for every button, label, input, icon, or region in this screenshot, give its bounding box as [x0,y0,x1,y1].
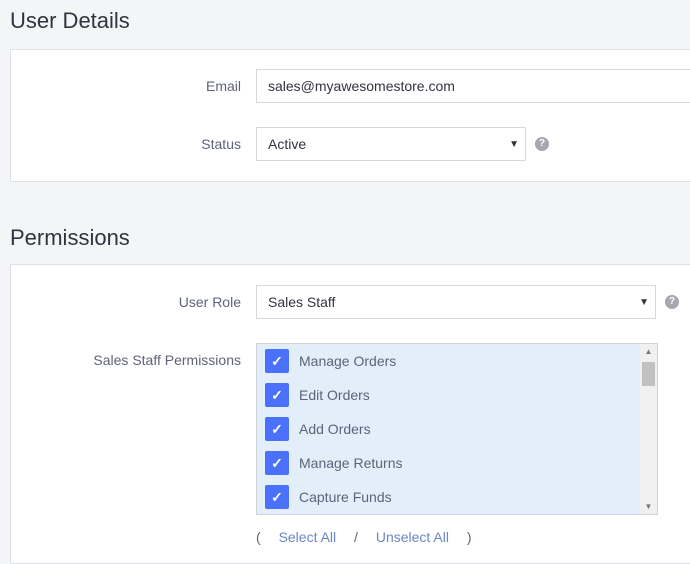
permissions-list[interactable]: ✓ Manage Orders ✓ Edit Orders ✓ Add Orders … [256,343,658,515]
permission-item[interactable]: ✓ Add Orders [265,417,371,441]
permission-label: Add Orders [299,421,371,437]
checkbox-checked-icon[interactable]: ✓ [265,451,289,475]
permission-item[interactable]: ✓ Edit Orders [265,383,370,407]
user-role-value: Sales Staff [268,294,336,310]
open-paren: ( [256,529,261,545]
select-links: ( Select All / Unselect All ) [256,529,472,545]
help-icon[interactable]: ? [665,295,679,309]
checkbox-checked-icon[interactable]: ✓ [265,383,289,407]
permission-label: Edit Orders [299,387,370,403]
user-role-select[interactable]: Sales Staff ▼ [256,285,656,319]
permission-label: Manage Returns [299,455,403,471]
permissions-title: Permissions [10,225,130,250]
checkbox-checked-icon[interactable]: ✓ [265,417,289,441]
scroll-up-icon[interactable]: ▲ [640,347,657,356]
email-value: sales@myawesomestore.com [268,78,455,94]
scroll-down-icon[interactable]: ▼ [640,502,657,511]
unselect-all-link[interactable]: Unselect All [376,529,449,545]
caret-down-icon: ▼ [509,138,519,150]
separator: / [354,529,358,545]
status-value: Active [268,136,307,152]
permission-item[interactable]: ✓ Manage Orders [265,349,396,373]
status-label: Status [201,136,241,152]
permission-item[interactable]: ✓ Capture Funds [265,485,392,509]
checkbox-checked-icon[interactable]: ✓ [265,485,289,509]
email-input[interactable]: sales@myawesomestore.com [256,69,690,103]
user-details-title: User Details [10,8,130,33]
scrollbar[interactable]: ▲ ▼ [640,344,657,514]
user-role-label: User Role [178,294,241,310]
permission-label: Capture Funds [299,489,392,505]
status-select[interactable]: Active ▼ [256,127,526,161]
permission-item[interactable]: ✓ Manage Returns [265,451,403,475]
scrollbar-thumb[interactable] [642,362,655,386]
caret-down-icon: ▼ [639,296,649,308]
select-all-link[interactable]: Select All [279,529,337,545]
checkbox-checked-icon[interactable]: ✓ [265,349,289,373]
close-paren: ) [466,529,472,545]
permissions-label: Sales Staff Permissions [93,352,241,368]
email-label: Email [205,78,241,94]
permission-label: Manage Orders [299,353,397,369]
help-icon[interactable]: ? [535,137,549,151]
